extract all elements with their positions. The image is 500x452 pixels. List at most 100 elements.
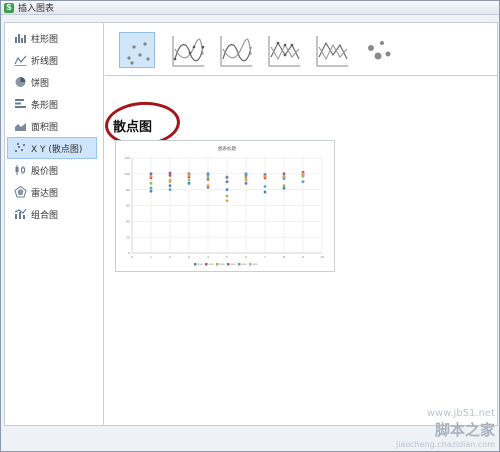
sidebar-item-combo[interactable]: 组合图 bbox=[5, 203, 103, 225]
scatter-markers-icon bbox=[127, 42, 150, 65]
sidebar-item-label: 股价图 bbox=[31, 166, 59, 177]
data-point bbox=[149, 174, 153, 178]
x-tick-label: 3 bbox=[188, 255, 190, 259]
legend-marker bbox=[205, 263, 208, 266]
legend-label-placeholder bbox=[219, 263, 225, 265]
chart-subtype-row bbox=[105, 23, 497, 76]
data-point bbox=[301, 172, 305, 176]
y-tick-label: 60 bbox=[126, 204, 130, 208]
sidebar-item-label: 面积图 bbox=[31, 122, 59, 133]
data-point bbox=[168, 178, 172, 182]
subtype-scatter-markers[interactable] bbox=[119, 32, 155, 68]
area-chart-icon bbox=[14, 120, 27, 132]
x-tick-label: 2 bbox=[169, 255, 171, 259]
sidebar-item-pie[interactable]: 饼图 bbox=[5, 71, 103, 93]
data-point bbox=[282, 184, 286, 188]
sidebar-item-bar[interactable]: 条形图 bbox=[5, 93, 103, 115]
sidebar-item-scatter[interactable]: X Y (散点图) bbox=[7, 137, 97, 159]
watermark-subtext: jiaocheng.chazidian.com bbox=[395, 440, 495, 449]
sidebar-item-label: 组合图 bbox=[31, 210, 59, 221]
data-point bbox=[225, 194, 229, 198]
x-tick-label: 8 bbox=[283, 255, 285, 259]
scatter-smooth-lines-icon bbox=[220, 36, 252, 67]
data-point bbox=[225, 176, 229, 180]
scatter-straight-lines-icon bbox=[316, 36, 348, 67]
watermark-brand: 脚本之家 bbox=[434, 421, 495, 439]
y-tick-label: 120 bbox=[124, 156, 130, 160]
data-point bbox=[225, 188, 229, 192]
data-point bbox=[225, 199, 229, 203]
line-chart-icon bbox=[14, 54, 27, 66]
data-point bbox=[168, 188, 172, 192]
scatter-smooth-lines-markers-icon bbox=[172, 36, 205, 67]
combo-chart-icon bbox=[14, 208, 27, 220]
legend-marker bbox=[216, 263, 219, 266]
subtype-scatter-smooth-lines[interactable] bbox=[217, 32, 253, 68]
data-point bbox=[187, 178, 191, 182]
data-point bbox=[149, 186, 153, 190]
legend-label-placeholder bbox=[230, 263, 236, 265]
pie-chart-icon bbox=[14, 76, 27, 88]
chart-title: 图表标题 bbox=[218, 145, 236, 152]
data-point bbox=[282, 174, 286, 178]
x-tick-label: 1 bbox=[150, 255, 152, 259]
data-point bbox=[149, 189, 153, 193]
subtype-scatter-straight-lines-markers[interactable] bbox=[265, 32, 301, 68]
y-tick-label: 40 bbox=[126, 220, 130, 224]
scatter-chart-icon bbox=[14, 142, 27, 154]
chart-type-sidebar: 柱形图 折线图 饼图 条形图 面积图 X Y (散点图) 股价图 雷达图 组合图 bbox=[5, 23, 104, 425]
bar-chart-icon bbox=[14, 98, 27, 110]
legend-label-placeholder bbox=[208, 263, 214, 265]
watermark-url: www.jb51.net bbox=[426, 408, 495, 419]
legend-marker bbox=[249, 263, 252, 266]
data-point bbox=[206, 184, 210, 188]
stock-chart-icon bbox=[14, 164, 27, 176]
x-tick-label: 7 bbox=[264, 255, 266, 259]
data-point bbox=[301, 180, 305, 184]
scatter-preview-chart: 图表标题 0 20 40 60 80 100 120 0 1 2 3 4 5 6 7 8 9 10 bbox=[124, 145, 324, 266]
data-point bbox=[168, 171, 172, 175]
sidebar-item-area[interactable]: 面积图 bbox=[5, 115, 103, 137]
sidebar-item-column[interactable]: 柱形图 bbox=[5, 27, 103, 49]
x-tick-label: 9 bbox=[302, 255, 304, 259]
watermark: www.jb51.net 脚本之家 jiaocheng.chazidian.co… bbox=[396, 408, 495, 449]
subtype-scatter-smooth-lines-markers[interactable] bbox=[169, 32, 205, 68]
y-tick-label: 20 bbox=[126, 235, 130, 239]
data-point bbox=[244, 173, 248, 177]
data-point bbox=[244, 178, 248, 182]
x-tick-label: 6 bbox=[245, 255, 247, 259]
subtype-scatter-straight-lines[interactable] bbox=[313, 32, 349, 68]
sidebar-item-label: 条形图 bbox=[31, 100, 59, 111]
data-point bbox=[263, 185, 267, 188]
x-tick-label: 0 bbox=[131, 255, 133, 259]
data-point bbox=[263, 190, 267, 194]
legend-label-placeholder bbox=[197, 263, 203, 265]
sidebar-item-stock[interactable]: 股价图 bbox=[5, 159, 103, 181]
app-logo-icon: S bbox=[4, 2, 14, 13]
chart-preview[interactable]: 图表标题 0 20 40 60 80 100 120 0 1 2 3 4 5 6 7 8 9 10 bbox=[115, 140, 335, 272]
legend-marker bbox=[227, 263, 230, 266]
insert-chart-dialog: S 插入图表 柱形图 折线图 饼图 条形图 面积图 X Y (散点图) 股价图 … bbox=[0, 0, 500, 452]
data-point bbox=[187, 181, 191, 185]
legend-label-placeholder bbox=[252, 263, 258, 265]
y-tick-label: 80 bbox=[126, 188, 130, 192]
x-tick-label: 5 bbox=[226, 255, 228, 259]
sidebar-item-label: 柱形图 bbox=[31, 34, 59, 45]
data-point bbox=[149, 181, 153, 185]
legend-label-placeholder bbox=[241, 263, 247, 265]
sidebar-item-radar[interactable]: 雷达图 bbox=[5, 181, 103, 203]
subtype-bubble[interactable] bbox=[359, 32, 395, 68]
sidebar-item-label: X Y (散点图) bbox=[31, 144, 83, 155]
x-tick-label: 10 bbox=[320, 255, 324, 259]
sidebar-item-label: 饼图 bbox=[31, 78, 50, 89]
title-bar[interactable]: S 插入图表 bbox=[1, 1, 499, 15]
column-chart-icon bbox=[14, 32, 27, 44]
y-tick-label: 100 bbox=[124, 172, 130, 176]
dialog-title: 插入图表 bbox=[18, 4, 55, 14]
legend-marker bbox=[194, 263, 197, 266]
sidebar-item-line[interactable]: 折线图 bbox=[5, 49, 103, 71]
dialog-body: 柱形图 折线图 饼图 条形图 面积图 X Y (散点图) 股价图 雷达图 组合图… bbox=[4, 22, 498, 426]
legend-marker bbox=[238, 263, 241, 266]
data-point bbox=[168, 184, 172, 188]
data-point bbox=[244, 181, 248, 185]
